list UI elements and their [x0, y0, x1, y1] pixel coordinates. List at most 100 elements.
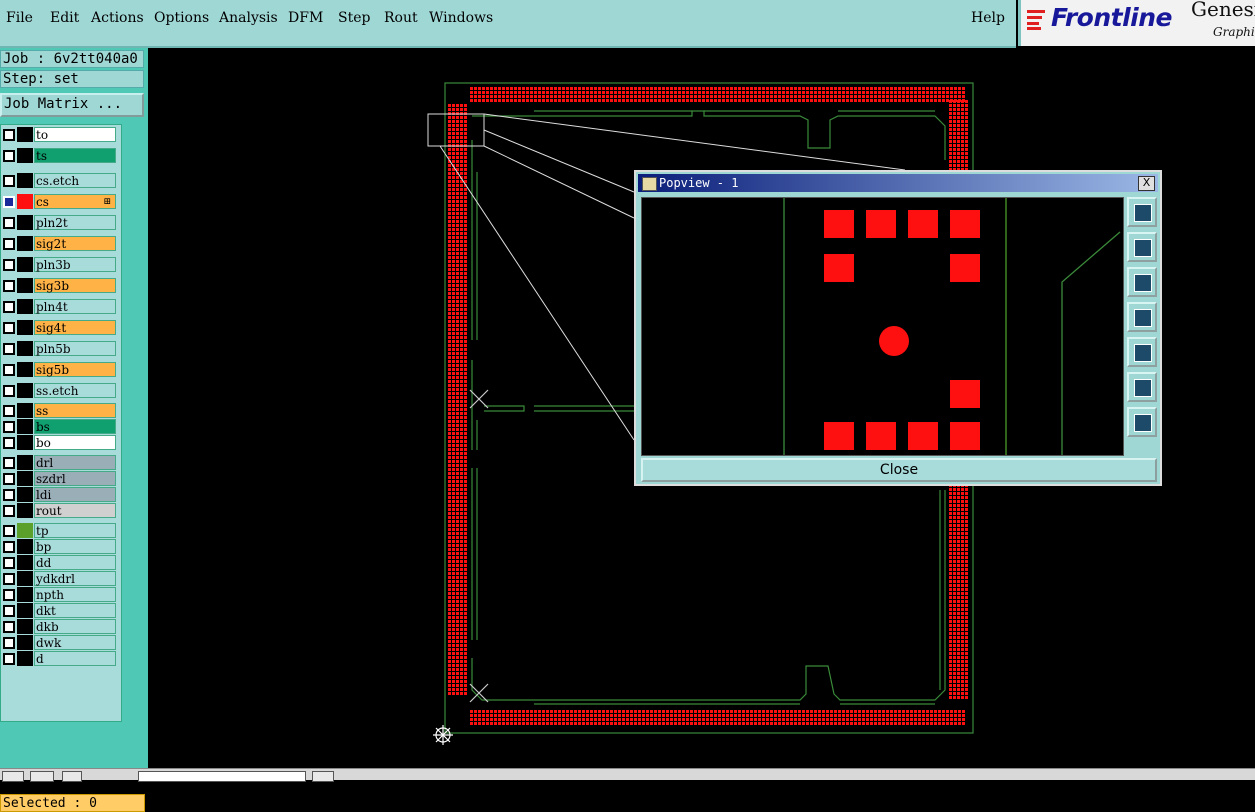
- layer-color-swatch[interactable]: [17, 555, 33, 570]
- layer-name[interactable]: tp: [34, 523, 116, 538]
- layer-checkbox[interactable]: [3, 473, 15, 485]
- layer-name[interactable]: bo: [34, 435, 116, 450]
- layer-checkbox[interactable]: [3, 573, 15, 585]
- layer-row-szdrl[interactable]: szdrl: [1, 471, 119, 486]
- menu-actions[interactable]: Actions: [91, 10, 144, 26]
- layer-row-dwk[interactable]: dwk: [1, 635, 119, 650]
- layer-color-swatch[interactable]: [17, 587, 33, 602]
- layer-row-bo[interactable]: bo: [1, 435, 119, 450]
- layer-name[interactable]: d: [34, 651, 116, 666]
- popview-window[interactable]: Popview - 1 X Close: [634, 170, 1162, 486]
- layer-name[interactable]: npth: [34, 587, 116, 602]
- layer-checkbox[interactable]: [3, 621, 15, 633]
- layer-color-swatch[interactable]: [17, 403, 33, 418]
- layer-color-swatch[interactable]: [17, 471, 33, 486]
- layer-name[interactable]: cs.etch: [34, 173, 116, 188]
- menu-rout[interactable]: Rout: [384, 10, 418, 26]
- status-cell[interactable]: [312, 771, 334, 782]
- layer-color-swatch[interactable]: [17, 341, 33, 356]
- layer-color-swatch[interactable]: [17, 523, 33, 538]
- layer-name[interactable]: drl: [34, 455, 116, 470]
- layer-checkbox[interactable]: [3, 541, 15, 553]
- layer-color-swatch[interactable]: [17, 148, 33, 163]
- layer-color-swatch[interactable]: [17, 487, 33, 502]
- popview-close-button[interactable]: Close: [641, 458, 1157, 482]
- layer-name[interactable]: pln5b: [34, 341, 116, 356]
- layer-color-swatch[interactable]: [17, 619, 33, 634]
- layer-checkbox[interactable]: [3, 238, 15, 250]
- layer-checkbox[interactable]: [3, 505, 15, 517]
- menu-file[interactable]: File: [6, 10, 33, 26]
- layer-checkbox[interactable]: [3, 589, 15, 601]
- layer-row-dd[interactable]: dd: [1, 555, 119, 570]
- layer-name[interactable]: cs ⊞: [34, 194, 116, 209]
- layer-row-sig5b[interactable]: sig5b: [1, 362, 119, 377]
- layer-name[interactable]: dd: [34, 555, 116, 570]
- layer-row-bp[interactable]: bp: [1, 539, 119, 554]
- zoom-home-icon[interactable]: [1127, 197, 1157, 227]
- layer-color-swatch[interactable]: [17, 173, 33, 188]
- layer-row-drl[interactable]: drl: [1, 455, 119, 470]
- window-menu-icon[interactable]: [642, 177, 657, 191]
- layer-color-swatch[interactable]: [17, 278, 33, 293]
- layer-row-pln3b[interactable]: pln3b: [1, 257, 119, 272]
- layer-color-swatch[interactable]: [17, 320, 33, 335]
- layer-color-swatch[interactable]: [17, 383, 33, 398]
- menu-dfm[interactable]: DFM: [288, 10, 323, 26]
- layer-row-cs[interactable]: cs ⊞: [1, 194, 119, 209]
- layer-row-ss-etch[interactable]: ss.etch: [1, 383, 119, 398]
- layer-checkbox[interactable]: [3, 489, 15, 501]
- layer-name[interactable]: szdrl: [34, 471, 116, 486]
- zoom-out-icon[interactable]: [1127, 407, 1157, 437]
- layer-checkbox[interactable]: [3, 322, 15, 334]
- layer-row-ldi[interactable]: ldi: [1, 487, 119, 502]
- layer-checkbox[interactable]: [3, 437, 15, 449]
- status-cell[interactable]: [30, 771, 54, 782]
- layer-checkbox[interactable]: [3, 653, 15, 665]
- layer-name[interactable]: ldi: [34, 487, 116, 502]
- layer-checkbox[interactable]: [3, 525, 15, 537]
- layer-color-swatch[interactable]: [17, 651, 33, 666]
- menu-help[interactable]: Help: [971, 10, 1005, 26]
- layer-checkbox[interactable]: [3, 405, 15, 417]
- menu-options[interactable]: Options: [154, 10, 209, 26]
- pan-right-icon[interactable]: [1127, 337, 1157, 367]
- layer-color-swatch[interactable]: [17, 194, 33, 209]
- layer-checkbox[interactable]: [3, 343, 15, 355]
- status-field[interactable]: [138, 771, 306, 782]
- pan-left-icon[interactable]: [1127, 302, 1157, 332]
- layer-row-npth[interactable]: npth: [1, 587, 119, 602]
- layer-row-rout[interactable]: rout: [1, 503, 119, 518]
- layer-checkbox[interactable]: [3, 421, 15, 433]
- layer-name[interactable]: bp: [34, 539, 116, 554]
- job-matrix-button[interactable]: Job Matrix ...: [0, 93, 144, 117]
- layer-name[interactable]: sig3b: [34, 278, 116, 293]
- menu-windows[interactable]: Windows: [429, 10, 493, 26]
- layer-name[interactable]: to: [34, 127, 116, 142]
- layer-name[interactable]: sig4t: [34, 320, 116, 335]
- layer-row-dkb[interactable]: dkb: [1, 619, 119, 634]
- layer-name[interactable]: ydkdrl: [34, 571, 116, 586]
- layer-row-bs[interactable]: bs: [1, 419, 119, 434]
- layer-name[interactable]: ss: [34, 403, 116, 418]
- layer-row-dkt[interactable]: dkt: [1, 603, 119, 618]
- layer-checkbox[interactable]: [3, 364, 15, 376]
- layer-name[interactable]: dkb: [34, 619, 116, 634]
- layer-row-pln5b[interactable]: pln5b: [1, 341, 119, 356]
- layer-checkbox[interactable]: [3, 175, 15, 187]
- layer-checkbox[interactable]: [3, 457, 15, 469]
- layer-checkbox[interactable]: [3, 557, 15, 569]
- layer-row-pln2t[interactable]: pln2t: [1, 215, 119, 230]
- layer-color-swatch[interactable]: [17, 635, 33, 650]
- layer-row-sig3b[interactable]: sig3b: [1, 278, 119, 293]
- popview-canvas[interactable]: [641, 197, 1124, 456]
- layer-row-pln4t[interactable]: pln4t: [1, 299, 119, 314]
- layer-color-swatch[interactable]: [17, 362, 33, 377]
- layer-color-swatch[interactable]: [17, 435, 33, 450]
- layer-name[interactable]: dwk: [34, 635, 116, 650]
- layer-color-swatch[interactable]: [17, 236, 33, 251]
- layer-checkbox[interactable]: [3, 385, 15, 397]
- layer-color-swatch[interactable]: [17, 299, 33, 314]
- layer-name[interactable]: ts: [34, 148, 116, 163]
- layer-checkbox[interactable]: [3, 150, 15, 162]
